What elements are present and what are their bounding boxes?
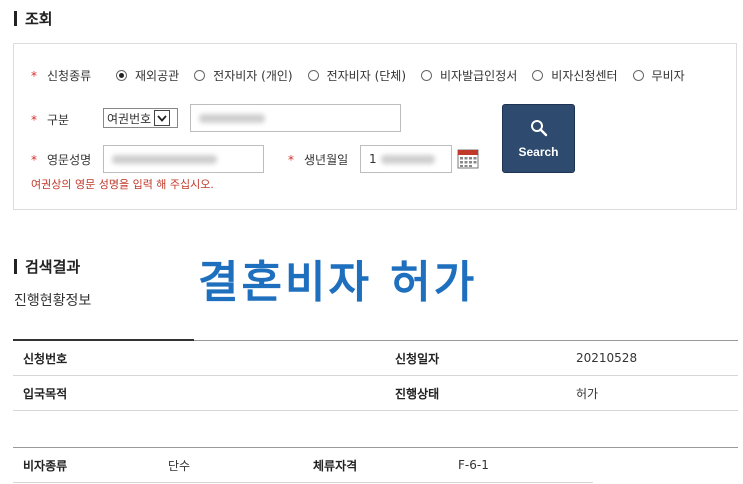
redacted-value <box>199 113 265 123</box>
visa-type-header: 비자종류 <box>13 448 158 483</box>
radio-apply-type-visa-free[interactable]: 무비자 <box>632 67 685 84</box>
redacted-value <box>112 154 217 164</box>
search-icon <box>530 119 548 141</box>
search-section-title: 조회 <box>14 8 53 29</box>
passport-number-input[interactable] <box>190 104 401 132</box>
table-row: 비자종류 단수 체류자격 F-6-1 <box>13 448 593 483</box>
search-button-label: Search <box>518 144 559 159</box>
radio-apply-type-embassy[interactable]: 재외공관 <box>116 67 179 84</box>
table-row: 입국목적 진행상태 허가 <box>13 375 738 411</box>
application-number-value <box>194 341 375 376</box>
results-section-title-text: 검색결과 <box>25 258 81 276</box>
category-label: * 구분 <box>31 113 70 127</box>
progress-info-subtitle: 진행현황정보 <box>14 293 92 309</box>
overlay-headline: 결혼비자 허가 <box>198 257 478 308</box>
title-bar-marker <box>14 259 17 274</box>
progress-status-header: 진행상태 <box>375 375 566 411</box>
result-table-2: 비자종류 단수 체류자격 F-6-1 <box>13 448 593 483</box>
visa-type-value: 단수 <box>158 448 303 483</box>
application-date-header: 신청일자 <box>375 341 566 376</box>
redacted-value <box>380 154 435 164</box>
radio-apply-type-evisa-individual[interactable]: 전자비자 (개인) <box>194 67 293 84</box>
required-marker: * <box>288 153 294 167</box>
chevron-down-icon <box>154 110 171 126</box>
radio-apply-type-evisa-group[interactable]: 전자비자 (단체) <box>307 67 406 84</box>
apply-type-radio-group: 재외공관 전자비자 (개인) 전자비자 (단체) 비자발급인정서 비자신청센터 … <box>116 67 685 84</box>
stay-status-header: 체류자격 <box>303 448 448 483</box>
application-number-header: 신청번호 <box>13 341 194 376</box>
radio-apply-type-visa-center[interactable]: 비자신청센터 <box>532 67 618 84</box>
english-name-label: * 영문성명 <box>31 153 92 167</box>
birthdate-input[interactable]: 1 <box>360 145 452 173</box>
result-table-1: 신청번호 신청일자 20210528 입국목적 진행상태 허가 <box>13 341 738 411</box>
title-bar-marker <box>14 11 17 26</box>
calendar-icon[interactable] <box>457 147 479 169</box>
table-row: 신청번호 신청일자 20210528 <box>13 341 738 376</box>
required-marker: * <box>31 113 37 127</box>
results-section-title: 검색결과 <box>14 256 80 277</box>
radio-apply-type-visa-certificate[interactable]: 비자발급인정서 <box>421 67 517 84</box>
entry-purpose-header: 입국목적 <box>13 375 194 411</box>
english-name-hint: 여권상의 영문 성명을 입력 해 주십시오. <box>31 178 214 191</box>
stay-status-value: F-6-1 <box>448 448 593 483</box>
english-name-input[interactable] <box>103 145 264 173</box>
category-select[interactable]: 여권번호 <box>103 108 178 128</box>
required-marker: * <box>31 69 37 83</box>
birthdate-label: * 생년월일 <box>288 153 349 167</box>
required-marker: * <box>31 153 37 167</box>
application-date-value: 20210528 <box>566 341 738 376</box>
progress-status-value: 허가 <box>566 375 738 411</box>
apply-type-label: * 신청종류 <box>31 69 92 83</box>
search-section-title-text: 조회 <box>25 10 53 28</box>
entry-purpose-value <box>194 375 375 411</box>
search-button[interactable]: Search <box>502 104 575 173</box>
